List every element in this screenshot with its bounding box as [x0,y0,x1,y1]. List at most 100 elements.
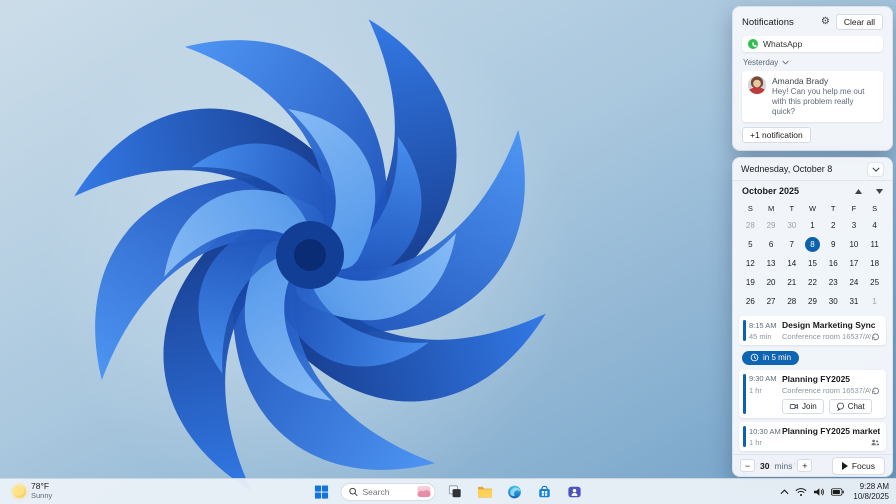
volume-icon[interactable] [813,487,825,497]
calendar-day[interactable]: 11 [864,235,885,254]
calendar-day[interactable]: 6 [761,235,782,254]
calendar-day[interactable]: 23 [823,273,844,292]
chat-button[interactable]: Chat [828,398,872,415]
clear-all-button[interactable]: Clear all [835,14,883,31]
calendar-day[interactable]: 21 [781,273,802,292]
hidden-icons-chevron[interactable] [780,488,789,495]
calendar-day-number: 12 [745,259,755,269]
calendar-week-row: 5 6 7 8 9 10 11 [733,235,892,254]
edge-button[interactable] [504,481,526,503]
calendar-day[interactable]: 3 [844,216,865,235]
desktop: Notifications ⚙ Clear all WhatsApp Yeste… [0,0,896,504]
event-title: Planning FY2025 marketing [782,426,880,437]
calendar-day-number: 1 [872,297,877,307]
agenda-list: 8:15 AM Design Marketing Sync 45 min Confer… [733,311,892,476]
calendar-day[interactable]: 28 [740,216,761,235]
search-box[interactable] [340,482,436,501]
event-card[interactable]: 8:15 AM Design Marketing Sync 45 min Confer… [739,316,886,346]
calendar-day[interactable]: 15 [802,254,823,273]
decrease-duration-button[interactable]: − [740,459,755,472]
calendar-day-selected[interactable]: 8 [802,235,823,254]
calendar-day-number: 30 [787,221,797,231]
file-explorer-button[interactable] [474,481,496,503]
calendar-day[interactable]: 13 [761,254,782,273]
calendar-day[interactable]: 12 [740,254,761,273]
calendar-day-number: 28 [745,221,755,231]
notification-group-label[interactable]: Yesterday [743,58,883,67]
next-month-button[interactable] [876,188,883,194]
calendar-day[interactable]: 19 [740,273,761,292]
event-time: 9:30 AM [749,374,777,384]
calendar-day[interactable]: 20 [761,273,782,292]
focus-button[interactable]: Focus [831,456,885,475]
wifi-icon[interactable] [795,487,807,497]
calendar-day[interactable]: 27 [761,292,782,311]
reminder-pill[interactable]: in 5 min [742,350,800,365]
calendar-day[interactable]: 1 [802,216,823,235]
join-button[interactable]: Join [782,398,824,415]
calendar-day[interactable]: 4 [864,216,885,235]
calendar-day[interactable]: 29 [802,292,823,311]
calendar-day[interactable]: 22 [802,273,823,292]
event-actions: Join Chat [782,398,880,415]
calendar-day[interactable]: 30 [823,292,844,311]
gear-icon[interactable]: ⚙ [821,17,830,27]
previous-month-button[interactable] [855,188,862,194]
calendar-day[interactable]: 30 [781,216,802,235]
calendar-day[interactable]: 7 [781,235,802,254]
calendar-day-number: 14 [787,259,797,269]
focus-session-bar: − 30 mins + Focus [733,454,892,476]
microsoft-store-button[interactable] [534,481,556,503]
people-icon [870,438,880,447]
increase-duration-button[interactable]: + [797,459,813,472]
calendar-day-number: 6 [768,240,774,250]
calendar-day[interactable]: 5 [740,235,761,254]
calendar-day[interactable]: 17 [844,254,865,273]
start-button[interactable] [311,481,333,503]
calendar-day-number: 11 [870,240,879,250]
event-card[interactable]: 9:30 AM Planning FY2025 1 hr Conference roo… [739,369,886,419]
calendar-day[interactable]: 25 [864,273,885,292]
notification-group-whatsapp[interactable]: WhatsApp [742,36,883,53]
calendar-day-number: 16 [828,259,838,269]
calendar-day-number: 29 [808,297,817,307]
calendar-day-headers: SMTWTFS [733,201,892,216]
app-name: WhatsApp [763,39,803,50]
battery-icon[interactable] [831,487,845,496]
event-card[interactable]: 10:30 AMPlanning FY2025 marketing 1 hr [739,422,886,452]
chevron-down-icon [782,60,789,65]
calendar-day[interactable]: 29 [761,216,782,235]
taskbar: 78°F Sunny Search 9:28 AM 10/8/2025 [0,478,896,504]
notification-center-flyout: Notifications ⚙ Clear all WhatsApp Yeste… [732,6,893,477]
widgets-weather-button[interactable]: 78°F Sunny [9,479,56,504]
calendar-day[interactable]: 14 [781,254,802,273]
calendar-day[interactable]: 9 [823,235,844,254]
calendar-day-number: 3 [851,221,857,231]
calendar-day[interactable]: 31 [844,292,865,311]
calendar-day-number: 19 [745,278,755,288]
focus-button-label: Focus [851,460,875,471]
calendar-day[interactable]: 26 [740,292,761,311]
event-location: Conference room 16537/AV [782,385,871,395]
calendar-day-number: 28 [787,297,797,307]
more-notifications-button[interactable]: +1 notification [742,127,811,144]
focus-duration-unit: mins [774,460,793,471]
calendar-day[interactable]: 10 [844,235,865,254]
teams-button[interactable] [564,481,586,503]
calendar-day[interactable]: 16 [823,254,844,273]
notification-card[interactable]: Amanda Brady Hey! Can you help me out wi… [742,71,883,123]
calendar-day[interactable]: 1 [864,292,885,311]
weather-condition: Sunny [31,491,53,501]
calendar-day[interactable]: 28 [781,292,802,311]
clock[interactable]: 9:28 AM 10/8/2025 [853,482,889,502]
calendar-day[interactable]: 24 [844,273,865,292]
calendar-day-number: 30 [828,297,838,307]
calendar-day[interactable]: 18 [864,254,885,273]
collapse-calendar-button[interactable] [867,161,884,177]
task-view-button[interactable] [444,481,466,503]
calendar-day[interactable]: 2 [823,216,844,235]
avatar [748,76,766,95]
calendar-grid: 28 29 30 1 2 3 4 5 6 7 8 9 10 11 12 13 14 15 16 17 18 19 20 21 2… [733,216,892,311]
search-input[interactable] [362,486,414,497]
calendar-day-number: 31 [849,297,859,307]
